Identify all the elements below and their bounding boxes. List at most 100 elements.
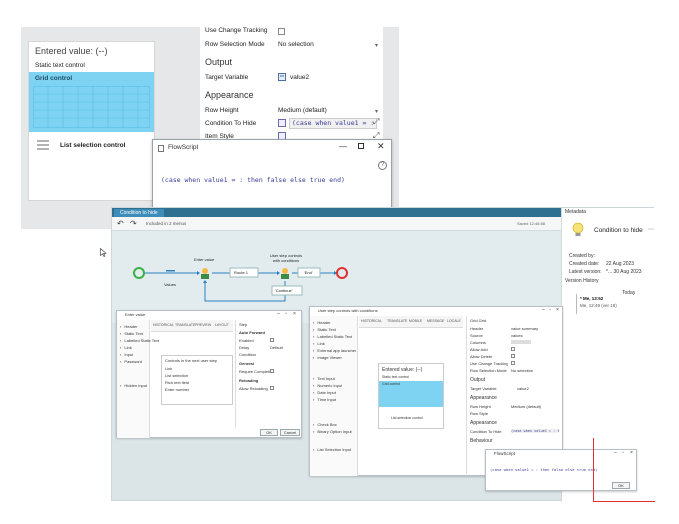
list-selection-control[interactable]: List selection control: [60, 142, 125, 149]
ribbon-layout[interactable]: LAYOUT: [215, 323, 229, 327]
ribbon-mobile[interactable]: MOBILE: [409, 319, 422, 323]
included-in-menus[interactable]: Included in 2 menus: [146, 221, 186, 226]
allow-reloading-checkbox[interactable]: [270, 386, 274, 390]
ribbon-preview[interactable]: PREVIEW: [195, 323, 211, 327]
columns-field[interactable]: [511, 340, 531, 344]
condition-to-hide-field[interactable]: (case when value1 = : th: [289, 118, 377, 129]
grid-control-label: Grid control: [35, 75, 73, 82]
list-selection-control[interactable]: List selection control: [391, 416, 423, 420]
appearance-header: Appearance: [470, 420, 497, 426]
condition-to-hide-label: Condition To Hide: [470, 429, 502, 434]
tool-item[interactable]: Password: [120, 359, 142, 364]
static-text-control[interactable]: Static text control: [35, 62, 85, 69]
ribbon: HISTORICAL TRANSLATE MOBILE MESSAGE LOCA…: [359, 316, 463, 328]
tool-item[interactable]: External app launcher: [313, 348, 356, 353]
metadata-title: Metadata: [565, 209, 586, 215]
tool-item[interactable]: Check Box: [313, 422, 336, 427]
tool-item[interactable]: Hidden Input: [120, 383, 147, 388]
expression-icon: [278, 119, 286, 127]
prop-row-height: Row Height: [205, 107, 239, 114]
tool-item[interactable]: Image Viewer: [313, 355, 341, 360]
tool-item[interactable]: Static Text: [313, 327, 335, 332]
row-selection-select[interactable]: No selection: [511, 368, 533, 373]
enter-value-window: Enter value – ▫ × Header Static Text Lab…: [116, 310, 302, 438]
maximize-button[interactable]: [358, 143, 364, 149]
prop-value[interactable]: value summary: [511, 326, 538, 331]
step-user-controls[interactable]: User step controls with conditions: [266, 253, 306, 263]
more-options-icon[interactable]: ⋯: [648, 226, 654, 233]
end-route-label[interactable]: 'End': [304, 270, 313, 275]
row-height-select[interactable]: Medium (default): [511, 404, 541, 409]
tool-item[interactable]: Header: [313, 320, 330, 325]
tool-item[interactable]: Link: [313, 341, 324, 346]
tab-condition-to-hide[interactable]: Condition to hide: [114, 209, 164, 217]
grid-control[interactable]: Grid control: [29, 72, 154, 132]
canvas-item[interactable]: Link: [165, 366, 172, 371]
ribbon-translate[interactable]: TRANSLATE: [175, 323, 195, 327]
minimize-button[interactable]: –: [542, 307, 545, 313]
target-variable-label: Target Variable: [470, 386, 497, 391]
maximize-button[interactable]: ▫: [549, 307, 551, 313]
step-properties: Step Auto Forward Enabled Delay Default …: [235, 320, 302, 428]
appearance-header: Appearance: [470, 395, 497, 401]
form-canvas[interactable]: Entered value: (--) Static text control …: [378, 363, 444, 429]
row-selection-mode-select[interactable]: No selection: [278, 41, 314, 48]
use-change-tracking-checkbox[interactable]: [278, 28, 285, 35]
canvas-item[interactable]: Enter number: [165, 387, 189, 392]
tool-item[interactable]: Date Input: [313, 390, 335, 395]
tool-item[interactable]: Input: [120, 352, 133, 357]
close-button[interactable]: ×: [556, 307, 559, 313]
canvas-item[interactable]: List selection: [165, 373, 188, 378]
version-entry[interactable]: * Me, 13:52: [580, 296, 603, 301]
help-icon[interactable]: ?: [378, 161, 387, 170]
tool-item[interactable]: List Selection Input: [313, 447, 351, 452]
tool-item[interactable]: Labelled Static Text: [120, 338, 159, 343]
use-change-tracking-checkbox[interactable]: [511, 361, 515, 365]
ribbon-locale[interactable]: LOCALE: [447, 319, 461, 323]
allow-delete-checkbox[interactable]: [511, 354, 515, 358]
ribbon-translate[interactable]: TRANSLATE: [387, 319, 407, 323]
flowscript-editor[interactable]: (case when value1 = : then false else tr…: [161, 176, 345, 184]
ribbon-message[interactable]: MESSAGE: [427, 319, 444, 323]
version-entry[interactable]: Me, 12:49 (ver 18): [580, 303, 617, 308]
maximize-button[interactable]: ▫: [285, 311, 287, 317]
close-button[interactable]: ✕: [377, 141, 385, 152]
ok-button[interactable]: OK: [260, 429, 278, 436]
canvas-item[interactable]: Rich text field: [165, 380, 189, 385]
cancel-button[interactable]: Cancel: [280, 429, 300, 436]
tool-item[interactable]: Header: [120, 324, 137, 329]
target-variable-value[interactable]: value2: [290, 74, 309, 81]
require-completion-checkbox[interactable]: [270, 369, 274, 373]
allow-add-checkbox[interactable]: [511, 347, 515, 351]
tool-item[interactable]: Time Input: [313, 397, 336, 402]
form-canvas[interactable]: Controls in the next user step Link List…: [161, 355, 233, 405]
minimize-button[interactable]: —: [339, 142, 347, 151]
tool-item[interactable]: Text Input: [313, 376, 334, 381]
behaviour-header: Behaviour: [470, 438, 493, 444]
row-height-select[interactable]: Medium (default): [278, 107, 327, 114]
ribbon-historical[interactable]: HISTORICAL: [153, 323, 174, 327]
condition-to-hide-field[interactable]: (case when value1 = : th: [511, 429, 559, 433]
tool-item[interactable]: Binary Option Input: [313, 429, 351, 434]
static-text-control[interactable]: Static text control: [382, 375, 409, 379]
undo-icon[interactable]: ↶: [117, 219, 124, 228]
step-enter-value[interactable]: Enter value: [194, 257, 214, 262]
delay-select[interactable]: Default: [270, 345, 283, 350]
route-1-label[interactable]: Route 1: [234, 270, 248, 275]
output-header: Output: [470, 377, 486, 383]
tool-item[interactable]: Static Text: [120, 331, 142, 336]
minimize-button[interactable]: –: [277, 311, 280, 317]
continue-route-label[interactable]: 'Continue': [275, 288, 293, 293]
ribbon-historical[interactable]: HISTORICAL: [361, 319, 382, 323]
tool-item[interactable]: Labelled Static Text: [313, 334, 352, 339]
target-variable-value[interactable]: value2: [517, 386, 529, 391]
close-button[interactable]: ×: [293, 311, 296, 317]
tool-item[interactable]: Numeric Input: [313, 383, 342, 388]
tool-item[interactable]: Link: [120, 345, 131, 350]
redo-icon[interactable]: ↷: [130, 219, 137, 228]
grid-control[interactable]: Grid control: [379, 381, 443, 407]
flowscript-editor[interactable]: (case when value1 = : then false else tr…: [490, 467, 597, 472]
prop-value[interactable]: values: [511, 333, 523, 338]
edit-expression-icon[interactable]: ⤢: [373, 117, 379, 127]
enabled-checkbox[interactable]: [270, 338, 274, 342]
